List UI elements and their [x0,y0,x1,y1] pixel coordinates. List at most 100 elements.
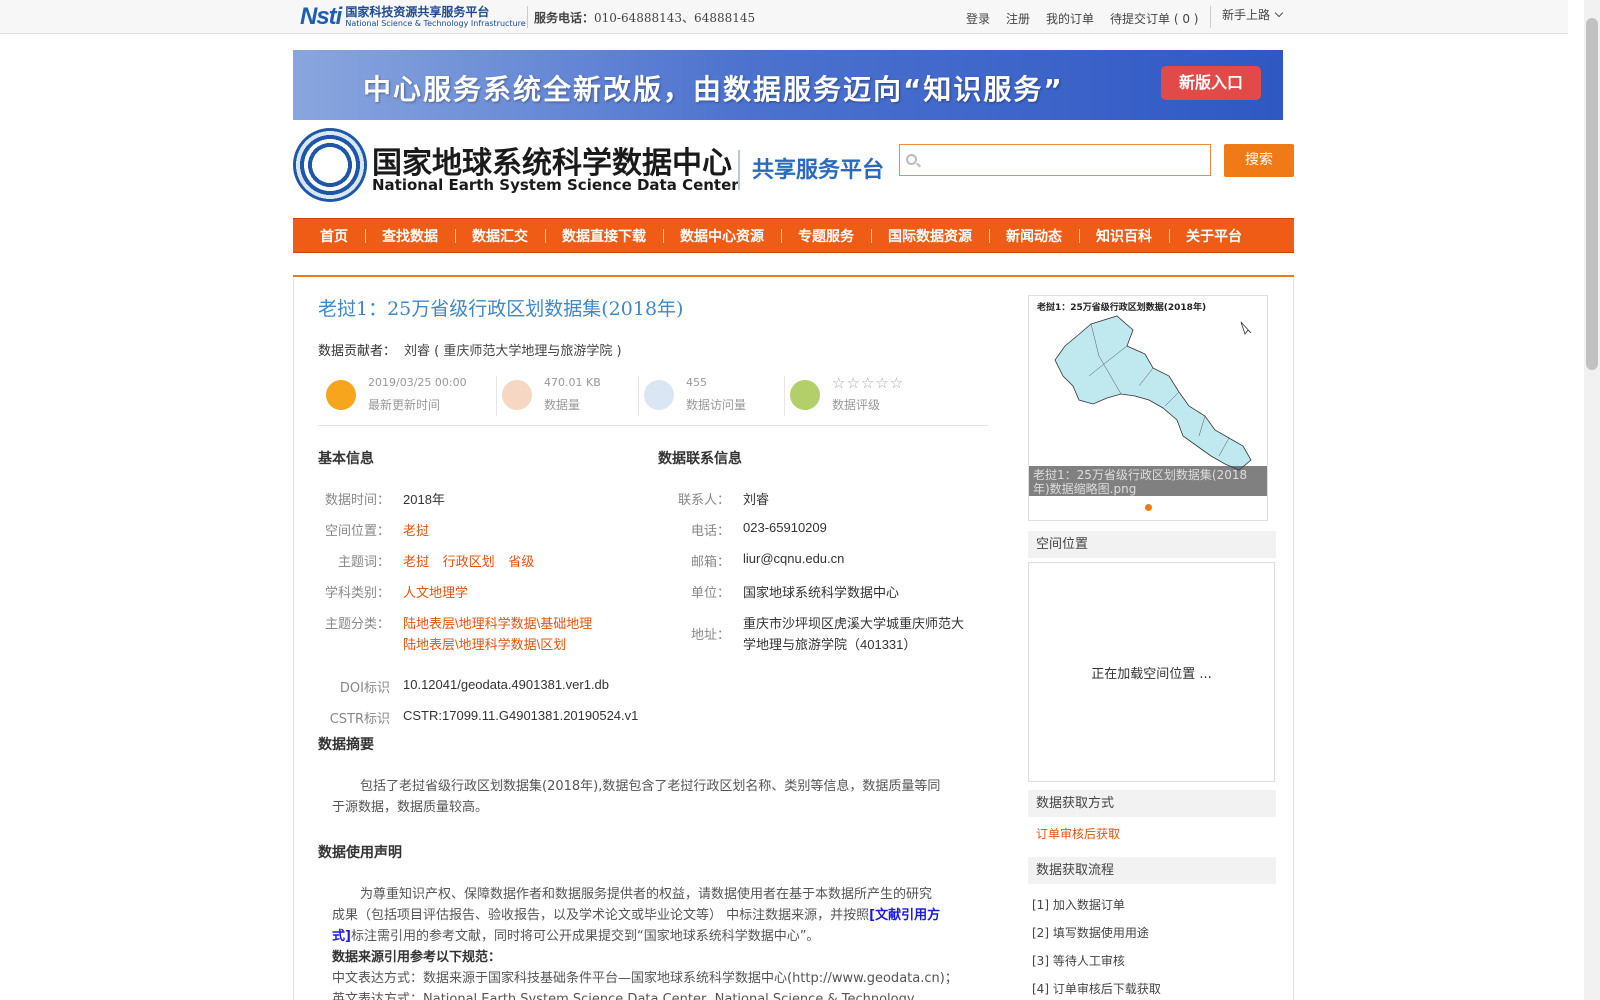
banner-text: 中心服务系统全新改版，由数据服务迈向“知识服务” [363,73,1064,106]
citation-format-link-end[interactable]: 式] [332,929,351,944]
citation-rule-heading: 数据来源引用参考以下规范： [332,950,502,965]
contributor-label: 数据贡献者： [318,344,397,359]
space-location-map[interactable]: 正在加载空间位置 ... [1028,562,1275,782]
map-loading-text: 正在加载空间位置 ... [1091,667,1212,682]
nsti-logo-cn: 国家科技资源共享服务平台 [345,5,490,19]
stat-visits-value: 455 [686,376,707,389]
citation-cn: 中文表达方式：数据来源于国家科技基础条件平台—国家地球系统科学数据中心(http… [332,971,958,986]
discipline-label: 学科类别： [324,586,390,601]
main-nav: 首页 查找数据 数据汇交 数据直接下载 数据中心资源 专题服务 国际数据资源 新… [293,218,1294,253]
contact-address-label: 地址： [690,628,730,643]
keyword-tag[interactable]: 行政区划 [443,554,495,569]
topbar-divider-2 [1210,6,1211,28]
search-input[interactable] [922,145,1208,175]
nav-center-resources[interactable]: 数据中心资源 [663,226,781,246]
usage-line-3: 式]标注需引用的参考文献，同时将可公开成果提交到“国家地球系统科学数据中心”。 [332,926,992,947]
page-scrollbar[interactable] [1584,0,1600,1000]
contributor: 数据贡献者： 刘睿 ( 重庆师范大学地理与旅游学院 ) [318,340,622,359]
star-badge-icon [790,380,820,410]
service-phone-label: 服务电话： [534,11,595,25]
promo-banner[interactable]: 中心服务系统全新改版，由数据服务迈向“知识服务” 新版入口 [293,50,1283,120]
rating-stars[interactable]: ☆☆☆☆☆ [832,374,904,392]
doi-label: DOI标识 [339,681,390,696]
cursor-icon [644,380,674,410]
center-logo-en: National Earth System Science Data Cente… [372,176,739,194]
register-link[interactable]: 注册 [1006,10,1030,27]
contact-person-label: 联系人： [677,493,730,508]
contact-phone-value: 023-65910209 [743,520,827,535]
login-link[interactable]: 登录 [966,10,990,27]
cstr-value: CSTR:17099.11.G4901381.20190524.v1 [403,708,639,723]
keywords-label: 主题词： [337,555,390,570]
space-location-heading: 空间位置 [1028,531,1276,558]
keyword-tag[interactable]: 省级 [508,554,534,569]
nsti-logo[interactable]: Nsti 国家科技资源共享服务平台 National Science & Tec… [300,3,526,31]
page: Nsti 国家科技资源共享服务平台 National Science & Tec… [0,0,1600,1000]
nsti-logo-text: 国家科技资源共享服务平台 National Science & Technolo… [345,6,525,28]
top-links: 登录 注册 我的订单 待提交订单 ( 0 ) [966,10,1215,27]
dataset-title: 老挝1：25万省级行政区划数据集(2018年) [318,298,684,320]
top-bar: Nsti 国家科技资源共享服务平台 National Science & Tec… [0,0,1568,34]
nav-about[interactable]: 关于平台 [1169,226,1259,246]
dataset-stats: 2019/03/25 00:00 最新更新时间 470.01 KB 数据量 45… [318,374,988,426]
citation-format-link[interactable]: [文献引用方 [869,908,940,923]
usage-line-2-text: 成果（包括项目评估报告、验收报告，以及学术论文或毕业论文等） 中标注数据来源，并… [332,908,870,923]
nav-data-submit[interactable]: 数据汇交 [455,226,545,246]
space-value[interactable]: 老挝 [403,520,429,539]
contact-unit-label: 单位： [690,586,730,601]
access-step-3: [3] 等待人工审核 [1032,954,1125,968]
usage-line-1: 为尊重知识产权、保障数据作者和数据服务提供者的权益，请数据使用者在基于本数据所产… [360,887,933,902]
contributor-value: 刘睿 ( 重庆师范大学地理与旅游学院 ) [404,344,622,359]
contact-address-line-1: 重庆市沙坪坝区虎溪大学城重庆师范大 [743,616,965,631]
scrollbar-thumb[interactable] [1586,18,1598,370]
usage-heading: 数据使用声明 [318,845,402,861]
beginner-guide-label: 新手上路 [1222,8,1271,22]
contact-info-heading: 数据联系信息 [658,451,742,467]
contact-email-label: 邮箱： [690,555,730,570]
thumbnail-caption: 老挝1：25万省级行政区划数据集(2018年)数据缩略图.png [1029,466,1267,496]
nav-find-data[interactable]: 查找数据 [365,226,455,246]
stat-divider [784,376,785,416]
beginner-guide-menu[interactable]: 新手上路 [1222,6,1284,23]
nav-international-data[interactable]: 国际数据资源 [871,226,989,246]
center-logo-emblem [293,128,367,202]
logo-divider [738,150,740,190]
chevron-down-icon [1274,8,1284,18]
usage-line-2: 成果（包括项目评估报告、验收报告，以及学术论文或毕业论文等） 中标注数据来源，并… [332,905,992,926]
citation-en: 英文表达方式：National Earth System Science Dat… [332,992,915,1000]
service-phone: 服务电话：010-64888143、64888145 [534,9,755,26]
access-method-heading: 数据获取方式 [1028,790,1276,817]
nav-news[interactable]: 新闻动态 [989,226,1079,246]
service-phone-number: 010-64888143、64888145 [594,11,756,25]
basic-info-heading: 基本信息 [318,451,374,467]
my-orders-link[interactable]: 我的订单 [1046,10,1094,27]
nsti-logo-en: National Science & Technology Infrastruc… [345,19,526,28]
access-step-1: [1] 加入数据订单 [1032,898,1125,912]
access-flow-heading: 数据获取流程 [1028,857,1276,884]
category-value-1[interactable]: 陆地表层\地理科学数据\基础地理 [403,613,592,632]
nav-topic-services[interactable]: 专题服务 [781,226,871,246]
platform-subtitle: 共享服务平台 [752,158,885,183]
abstract-heading: 数据摘要 [318,737,374,753]
usage-line-3-text: 标注需引用的参考文献，同时将可公开成果提交到“国家地球系统科学数据中心”。 [350,929,820,944]
new-version-button[interactable]: 新版入口 [1161,66,1261,100]
access-method-value[interactable]: 订单审核后获取 [1036,825,1120,842]
clock-icon [326,380,356,410]
contact-phone-label: 电话： [690,524,730,539]
nav-direct-download[interactable]: 数据直接下载 [545,226,663,246]
nav-knowledge[interactable]: 知识百科 [1079,226,1169,246]
discipline-value[interactable]: 人文地理学 [403,582,468,601]
dataset-thumbnail-carousel[interactable]: 老挝1：25万省级行政区划数据(2018年) 老挝1：25万省级行政区划数据集(… [1028,295,1268,521]
stat-visits-label: 数据访问量 [686,398,747,412]
pending-orders-link[interactable]: 待提交订单 ( 0 ) [1110,10,1198,27]
contact-email-value: liur@cqnu.edu.cn [743,551,845,566]
category-value-2[interactable]: 陆地表层\地理科学数据\区划 [403,634,566,653]
search-button[interactable]: 搜索 [1224,144,1294,177]
access-step-4: [4] 订单审核后下载获取 [1032,982,1161,996]
keyword-tag[interactable]: 老挝 [403,554,429,569]
nav-home[interactable]: 首页 [303,226,365,246]
data-time-label: 数据时间： [324,493,390,508]
category-label: 主题分类： [324,617,390,632]
doi-value: 10.12041/geodata.4901381.ver1.db [403,677,610,692]
carousel-dot-active[interactable] [1145,504,1152,511]
